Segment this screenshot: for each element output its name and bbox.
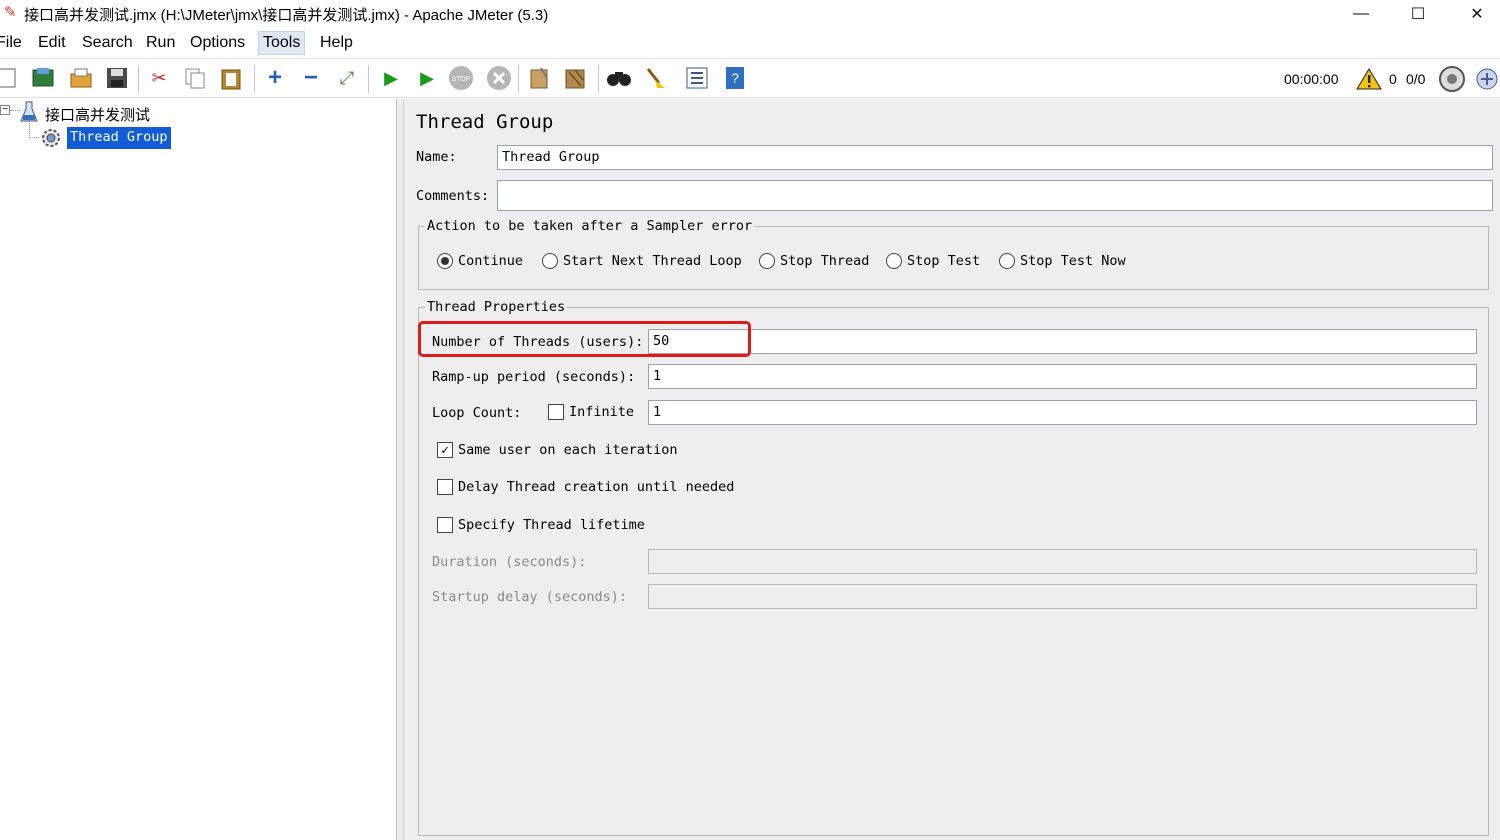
test-plan-icon [20,101,38,127]
rampup-field[interactable]: 1 [648,364,1477,389]
menu-bar: File Edit Search Run Options Tools Help [0,30,1500,56]
open-icon[interactable] [68,65,94,91]
expand-icon[interactable]: + [262,64,288,91]
reset-search-icon[interactable] [642,65,668,91]
loop-count-field[interactable]: 1 [648,400,1477,425]
tree-thread-group-item[interactable]: Thread Group [67,127,171,149]
window-title: 接口高并发测试.jmx (H:\JMeter\jmx\接口高并发测试.jmx) … [24,7,549,24]
tree-expander[interactable]: − [0,105,10,115]
radio-stop-test[interactable]: Stop Test [886,253,980,269]
name-field[interactable]: Thread Group [497,145,1493,170]
app-feather-icon: ✎ [4,4,17,21]
radio-continue[interactable]: Continue [437,253,523,269]
search-icon[interactable] [606,65,632,91]
radio-stop-thread-label: Stop Thread [780,253,870,269]
menu-options[interactable]: Options [190,34,245,52]
duration-label: Duration (seconds): [432,554,587,570]
start-icon[interactable]: ▶ [378,65,404,91]
infinite-box[interactable] [548,404,564,420]
duration-field [648,549,1477,574]
function-helper-icon[interactable] [684,65,710,91]
toggle-icon[interactable]: ⤢ [334,65,360,91]
new-icon[interactable] [0,65,20,91]
paste-icon[interactable] [218,65,244,91]
radio-stop-thread[interactable]: Stop Thread [759,253,869,269]
loop-count-label: Loop Count: [432,405,522,421]
radio-start-next-label: Start Next Thread Loop [563,253,742,269]
specify-lifetime-label: Specify Thread lifetime [458,517,645,533]
radio-stop-test-now[interactable]: Stop Test Now [999,253,1126,269]
elapsed-timer: 00:00:00 [1284,71,1339,87]
templates-icon[interactable] [30,65,56,91]
sampler-error-legend: Action to be taken after a Sampler error [427,218,753,234]
num-threads-field[interactable]: 50 [648,329,1477,354]
save-icon[interactable] [104,65,130,91]
menu-search[interactable]: Search [82,34,133,52]
pane-splitter[interactable] [397,99,404,840]
delay-thread-checkbox[interactable]: Delay Thread creation until needed [437,479,734,495]
comments-label: Comments: [416,188,490,204]
menu-run[interactable]: Run [146,34,175,52]
log-viewer-icon[interactable] [1474,66,1500,96]
delay-thread-box[interactable] [437,479,453,495]
title-bar: ✎ 接口高并发测试.jmx (H:\JMeter\jmx\接口高并发测试.jmx… [0,0,1500,28]
rampup-label: Ramp-up period (seconds): [432,369,636,385]
clear-all-icon[interactable] [562,65,588,91]
svg-text:?: ? [731,70,739,86]
delay-thread-label: Delay Thread creation until needed [458,479,735,495]
same-user-box[interactable]: ✓ [437,442,453,458]
clear-icon[interactable] [526,65,552,91]
specify-lifetime-checkbox[interactable]: Specify Thread lifetime [437,517,645,533]
comments-field[interactable] [497,180,1493,211]
infinite-checkbox[interactable]: Infinite [548,404,634,420]
thread-group-gear-icon [40,127,62,153]
radio-stop-test-now-indicator[interactable] [999,253,1015,269]
same-user-checkbox[interactable]: ✓ Same user on each iteration [437,442,677,458]
thread-properties-legend: Thread Properties [427,299,566,315]
radio-start-next-thread-loop[interactable]: Start Next Thread Loop [542,253,742,269]
collapse-icon[interactable]: − [298,64,324,91]
highlight-box [418,321,751,357]
menu-edit[interactable]: Edit [38,34,66,52]
radio-stop-test-label: Stop Test [907,253,981,269]
start-no-pauses-icon[interactable]: ▶ [414,65,440,91]
minimize-button[interactable]: — [1338,0,1384,28]
panel-heading: Thread Group [416,111,554,133]
toolbar: ✂ + − ⤢ ▶ ▶ STOP ? 00:00:00 0 0/0 [0,58,1500,98]
menu-tools[interactable]: Tools [258,31,306,55]
specify-lifetime-box[interactable] [437,517,453,533]
radio-stop-test-indicator[interactable] [886,253,902,269]
active-threads: 0/0 [1406,71,1426,87]
help-icon[interactable]: ? [722,65,748,91]
copy-icon[interactable] [182,65,208,91]
cut-icon[interactable]: ✂ [146,65,172,91]
menu-file[interactable]: File [0,34,22,52]
remote-status-icon[interactable] [1438,65,1466,97]
svg-text:STOP: STOP [452,76,471,83]
startup-delay-field [648,584,1477,609]
startup-delay-label: Startup delay (seconds): [432,589,628,605]
menu-help[interactable]: Help [320,34,353,52]
shutdown-icon[interactable] [486,65,512,91]
close-button[interactable]: ✕ [1454,0,1500,28]
infinite-label: Infinite [569,404,635,420]
radio-continue-label: Continue [458,253,524,269]
same-user-label: Same user on each iteration [458,442,678,458]
test-plan-tree: − 接口高并发测试 Thread Group [0,99,397,840]
radio-start-next-indicator[interactable] [542,253,558,269]
radio-continue-indicator[interactable] [437,253,453,269]
warning-count: 0 [1389,71,1397,87]
radio-stop-test-now-label: Stop Test Now [1020,253,1126,269]
stop-icon[interactable]: STOP [448,65,474,91]
radio-stop-thread-indicator[interactable] [759,253,775,269]
name-label: Name: [416,149,457,165]
maximize-button[interactable]: ☐ [1395,0,1441,28]
tree-root-label[interactable]: 接口高并发测试 [45,104,150,125]
warning-icon[interactable] [1356,68,1382,94]
